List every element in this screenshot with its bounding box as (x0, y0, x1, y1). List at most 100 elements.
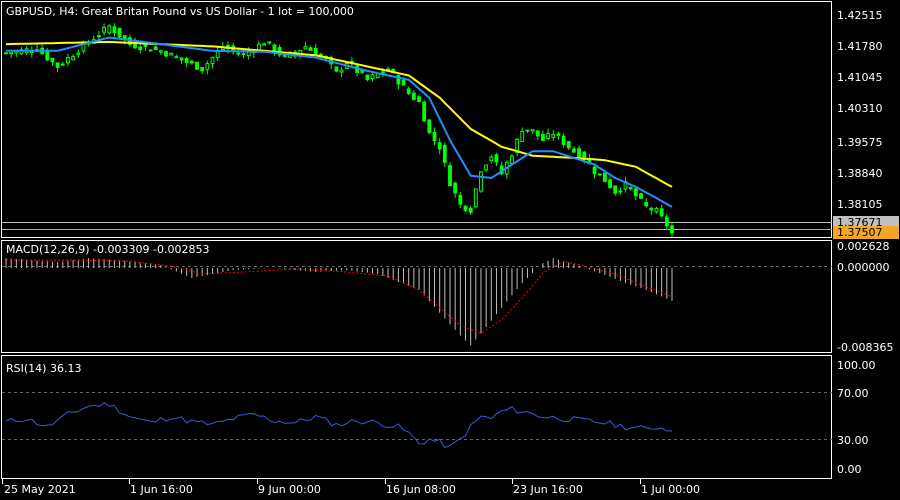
candle-body (205, 63, 210, 70)
candle-body (308, 47, 313, 51)
symbol-info: GBPUSD, H4: Great Britan Pound vs US Dol… (6, 5, 354, 18)
candle-body (463, 205, 468, 211)
rsi-series (5, 401, 672, 449)
candle-body (401, 79, 406, 86)
time-tick: 23 Jun 16:00 (513, 483, 583, 496)
rsi-line (5, 401, 672, 449)
candle-body (97, 35, 101, 38)
candle-body (339, 69, 344, 73)
candle-body (179, 57, 184, 61)
macd-tick: 0.000000 (837, 261, 890, 274)
candle-body (541, 134, 545, 142)
time-tick: 9 Jun 00:00 (258, 483, 321, 496)
time-tick: 1 Jul 00:00 (641, 483, 700, 496)
candle-body (561, 135, 566, 146)
chart-window: GBPUSD, H4: Great Britan Pound vs US Dol… (0, 0, 900, 500)
candle-body (158, 50, 163, 53)
macd-signal-line (6, 259, 673, 335)
rsi-tick: 0.00 (837, 463, 862, 476)
candle-body (9, 52, 14, 55)
candle-body (4, 52, 8, 55)
candle-body (153, 46, 158, 50)
candle-body (525, 129, 530, 132)
candle-body (566, 141, 571, 149)
candle-body (107, 25, 112, 34)
price-axis: 1.42515 1.41780 1.41045 1.40310 1.39575 … (837, 9, 883, 211)
candle-body (649, 207, 654, 211)
macd-tick: -0.008365 (837, 341, 893, 354)
macd-tick: 0.002628 (837, 240, 890, 253)
candle-body (453, 182, 458, 194)
candle-body (659, 208, 664, 217)
candle-body (380, 71, 385, 74)
candle-body (143, 43, 148, 47)
candle-body (664, 216, 669, 227)
candle-body (592, 166, 597, 175)
candle-body (484, 164, 489, 171)
candle-body (551, 134, 556, 138)
candle-body (66, 57, 70, 64)
candle-body (577, 148, 581, 159)
rsi-title: RSI(14) 36.13 (6, 362, 81, 375)
candle-body (427, 119, 432, 134)
candle-body (494, 154, 499, 163)
candle-body (608, 179, 612, 189)
candle-body (262, 43, 267, 46)
candle-body (406, 88, 411, 94)
candle-body (613, 185, 618, 194)
macd-title: MACD(12,26,9) -0.003309 -0.002853 (6, 243, 209, 256)
candle-body (50, 57, 55, 63)
candle-body (448, 165, 452, 187)
candle-body (148, 49, 153, 52)
rsi-tick: 100.00 (837, 359, 876, 372)
candle-body (189, 60, 194, 64)
candle-body (468, 207, 473, 213)
macd-panel-frame (1, 240, 832, 353)
candle-body (571, 148, 576, 153)
candle-body (597, 173, 602, 176)
price-tick: 1.41780 (837, 40, 883, 53)
candle-body (60, 63, 65, 66)
candle-body (489, 156, 494, 162)
candle-body (55, 62, 60, 68)
rsi-tick: 70.00 (837, 387, 869, 400)
candle-body (241, 53, 246, 56)
rsi-tick: 30.00 (837, 434, 869, 447)
candle-body (365, 74, 370, 80)
candle-body (303, 46, 308, 50)
candle-body (437, 142, 442, 150)
candle-body (479, 171, 483, 192)
candle-body (473, 188, 478, 208)
chart-canvas[interactable]: GBPUSD, H4: Great Britan Pound vs US Dol… (0, 0, 900, 500)
bid-price-label: 1.37507 (837, 226, 883, 239)
candle-body (174, 56, 179, 59)
candle-body (417, 96, 421, 103)
candle-body (282, 54, 287, 57)
candle-body (45, 49, 50, 61)
candle-body (556, 133, 561, 136)
candle-body (654, 207, 659, 213)
candle-body (633, 188, 638, 197)
candle-body (510, 155, 514, 165)
candle-body (411, 92, 416, 100)
candle-body (267, 41, 272, 44)
candle-body (670, 225, 674, 234)
macd-series (5, 258, 673, 346)
rsi-axis: 100.00 70.00 30.00 0.00 (837, 359, 876, 476)
rsi-panel-frame (1, 355, 832, 479)
candle-body (530, 129, 535, 132)
candle-body (71, 56, 76, 61)
candle-body (169, 52, 174, 56)
candle-body (628, 186, 633, 190)
macd-axis: 0.002628 0.000000 -0.008365 (837, 240, 893, 354)
candle-body (639, 193, 643, 199)
price-tick: 1.39575 (837, 136, 883, 149)
time-tick: 16 Jun 08:00 (386, 483, 456, 496)
candle-body (370, 74, 375, 80)
candle-body (644, 202, 649, 207)
price-tick: 1.38105 (837, 198, 883, 211)
price-tick: 1.38840 (837, 167, 883, 180)
candle-body (546, 133, 551, 139)
candle-body (184, 57, 189, 63)
candle-body (432, 131, 437, 142)
